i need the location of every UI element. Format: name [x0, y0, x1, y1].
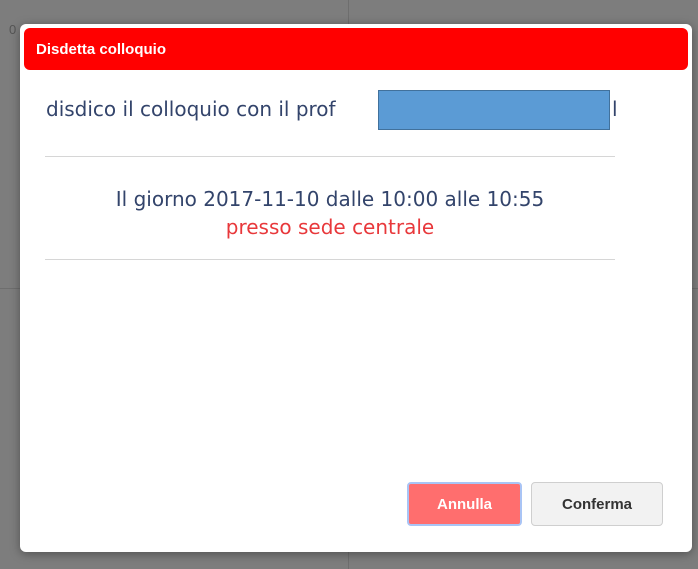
cancel-button[interactable]: Annulla [407, 482, 522, 526]
cancel-appointment-dialog: Disdetta colloquio disdico il colloquio … [20, 24, 692, 552]
divider-bottom [45, 259, 615, 260]
appointment-datetime: Il giorno 2017-11-10 dalle 10:00 alle 10… [115, 187, 545, 211]
appointment-location: presso sede centrale [225, 215, 435, 239]
dialog-title: Disdetta colloquio [36, 40, 167, 58]
divider-top [45, 156, 615, 157]
background-text: 0 [9, 22, 17, 37]
confirm-button[interactable]: Conferma [531, 482, 663, 526]
cancel-message-tail: l [612, 97, 618, 121]
dialog-header: Disdetta colloquio [24, 28, 688, 70]
cancel-message: disdico il colloquio con il prof [46, 97, 336, 121]
redacted-name [378, 90, 610, 130]
